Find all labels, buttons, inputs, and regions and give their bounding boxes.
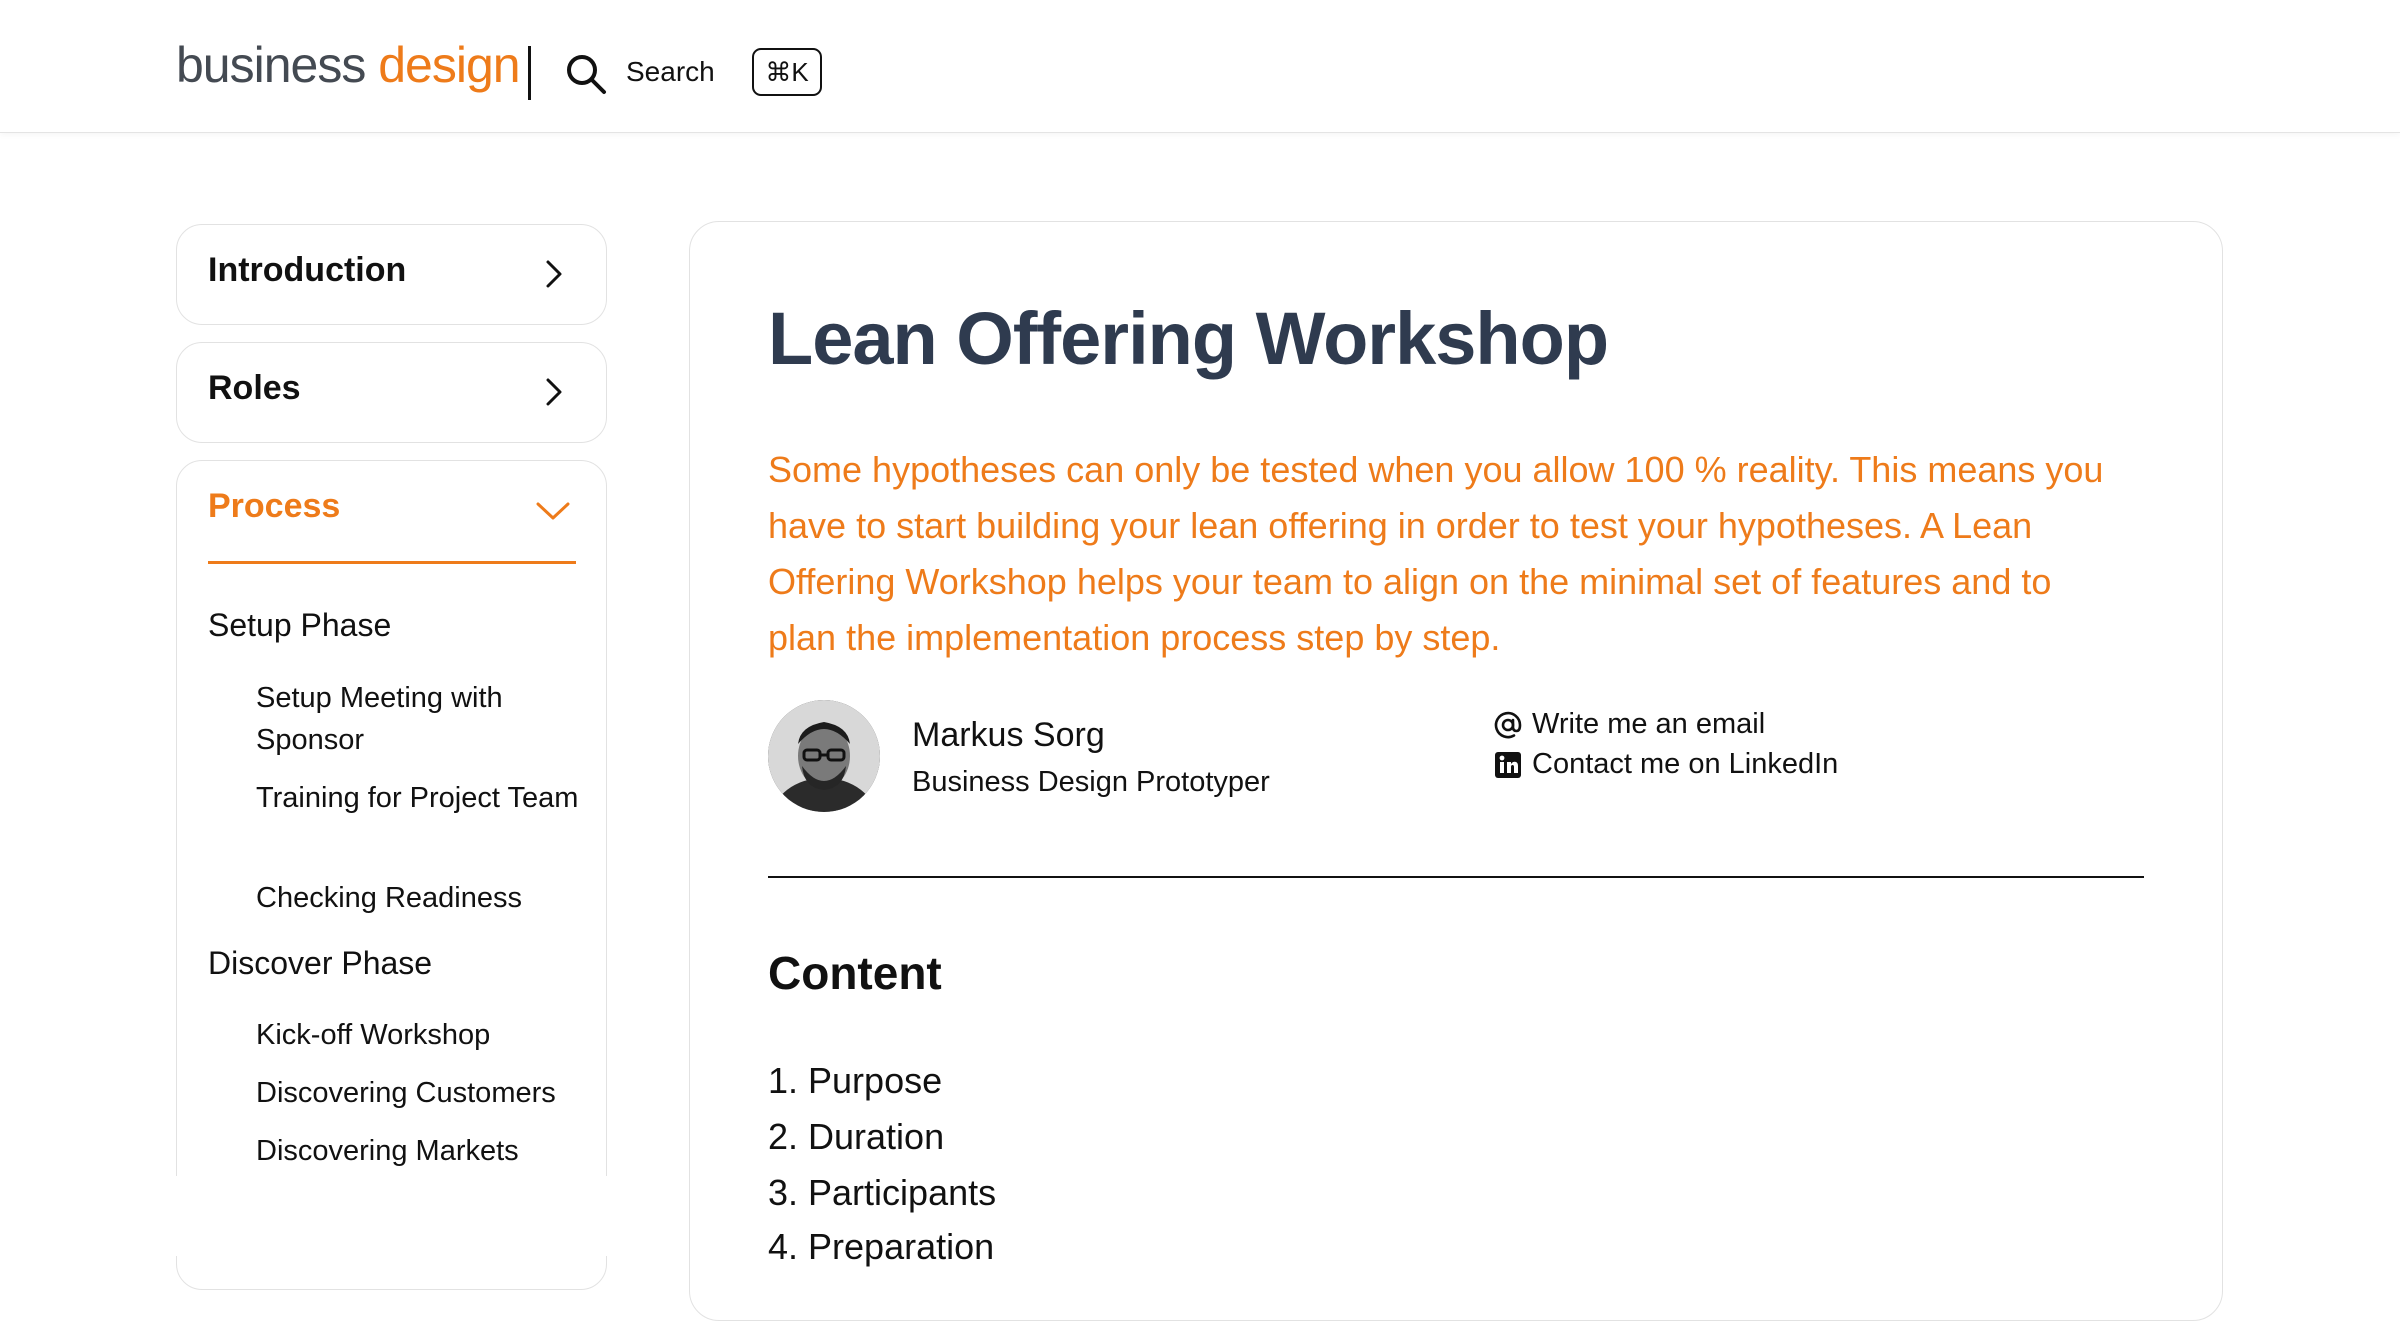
chevron-right-icon [546,260,562,288]
process-underline [208,561,576,564]
email-link[interactable]: Write me an email [1494,708,1765,741]
sidebar-scroll-fade [176,1176,616,1256]
search-button[interactable]: Search [626,56,715,88]
content-heading: Content [768,947,942,999]
header-divider [528,46,531,100]
sidebar-item-label: Introduction [208,251,407,289]
nav-link-training[interactable]: Training for Project Team [256,777,596,819]
nav-link-kickoff[interactable]: Kick-off Workshop [256,1014,596,1056]
section-divider [768,876,2144,878]
phase-setup[interactable]: Setup Phase [208,607,391,644]
author-role: Business Design Prototyper [912,766,1270,798]
toc-item-participants[interactable]: 3. Participants [768,1172,996,1214]
author-name: Markus Sorg [912,716,1105,754]
linkedin-link-label: Contact me on LinkedIn [1532,748,1839,780]
logo-word-design: design [378,37,520,93]
nav-link-discovering-customers[interactable]: Discovering Customers [256,1072,596,1114]
linkedin-link[interactable]: Contact me on LinkedIn [1494,748,1838,781]
toc-item-preparation[interactable]: 4. Preparation [768,1226,994,1268]
avatar [768,700,880,812]
toc-item-purpose[interactable]: 1. Purpose [768,1060,942,1102]
nav-link-setup-meeting[interactable]: Setup Meeting with Sponsor [256,677,596,761]
logo-word-business: business [176,37,366,93]
nav-link-checking-readiness[interactable]: Checking Readiness [256,877,596,919]
sidebar-item-process: Process Setup Phase Setup Meeting with S… [176,460,607,1290]
top-header: business design Search ⌘K [0,0,2400,133]
chevron-right-icon [546,378,562,406]
search-icon[interactable] [564,52,608,96]
linkedin-icon [1495,751,1521,778]
sidebar-item-roles[interactable]: Roles [176,342,607,443]
sidebar-item-introduction[interactable]: Introduction [176,224,607,325]
at-sign-icon [1494,711,1522,738]
phase-discover[interactable]: Discover Phase [208,945,432,982]
chevron-down-icon[interactable] [535,495,571,525]
email-link-label: Write me an email [1532,708,1766,740]
article-lede: Some hypotheses can only be tested when … [768,449,2104,658]
nav-link-discovering-markets[interactable]: Discovering Markets [256,1130,596,1172]
logo[interactable]: business design [176,37,521,93]
page-title: Lean Offering Workshop [768,297,1609,380]
sidebar-item-label-process[interactable]: Process [208,487,340,526]
search-shortcut-badge: ⌘K [752,48,822,96]
sidebar-item-label: Roles [208,369,301,407]
toc-item-duration[interactable]: 2. Duration [768,1116,944,1158]
